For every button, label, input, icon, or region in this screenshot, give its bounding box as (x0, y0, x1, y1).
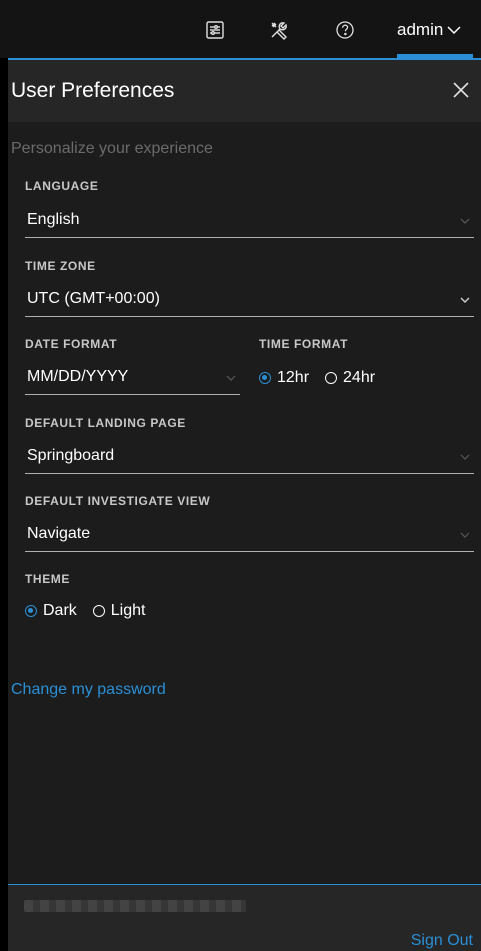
date-format-select[interactable]: MM/DD/YYYY (25, 365, 240, 395)
user-menu[interactable]: admin (397, 16, 462, 44)
radio-label: 24hr (343, 369, 376, 386)
settings-panel-icon[interactable] (201, 16, 229, 44)
landing-page-label: DEFAULT LANDING PAGE (25, 416, 186, 430)
theme-light-radio[interactable]: Light (92, 602, 146, 620)
theme-dark-radio[interactable]: Dark (25, 602, 77, 620)
landing-page-select[interactable]: Springboard (25, 444, 474, 474)
date-format-label: DATE FORMAT (25, 337, 118, 351)
language-label: LANGUAGE (25, 179, 99, 193)
time-format-24hr-radio[interactable]: 24hr (325, 369, 375, 387)
redacted-user-info (24, 900, 246, 912)
date-format-value: MM/DD/YYYY (27, 368, 129, 385)
close-icon (453, 82, 469, 98)
sign-out-link[interactable]: Sign Out (411, 932, 473, 950)
chevron-down-icon (460, 297, 470, 303)
time-format-radio-group: 12hr 24hr (259, 369, 383, 387)
panel-subtitle: Personalize your experience (11, 140, 213, 157)
theme-label: THEME (25, 572, 70, 586)
chevron-down-icon (447, 26, 461, 35)
time-zone-select[interactable]: UTC (GMT+00:00) (25, 287, 474, 317)
radio-label: Dark (43, 602, 77, 619)
change-password-link[interactable]: Change my password (11, 681, 166, 699)
radio-selected-icon (259, 372, 271, 384)
time-zone-label: TIME ZONE (25, 259, 96, 273)
landing-page-value: Springboard (27, 447, 115, 464)
radio-label: 12hr (277, 369, 310, 386)
user-preferences-panel: User Preferences Personalize your experi… (8, 60, 481, 951)
user-menu-label: admin (397, 20, 444, 39)
time-zone-value: UTC (GMT+00:00) (27, 290, 160, 307)
chevron-down-icon (460, 532, 470, 538)
investigate-view-select[interactable]: Navigate (25, 522, 474, 552)
close-button[interactable] (447, 76, 475, 104)
panel-header: User Preferences (8, 60, 481, 122)
panel-footer: Sign Out (8, 885, 481, 951)
language-value: English (27, 211, 80, 228)
theme-radio-group: Dark Light (25, 602, 153, 620)
time-format-12hr-radio[interactable]: 12hr (259, 369, 309, 387)
investigate-view-label: DEFAULT INVESTIGATE VIEW (25, 494, 211, 508)
radio-label: Light (110, 602, 146, 619)
language-select[interactable]: English (25, 208, 474, 238)
time-format-label: TIME FORMAT (259, 337, 349, 351)
radio-unselected-icon (92, 605, 105, 617)
top-nav-bar: admin (0, 0, 481, 58)
chevron-down-icon (460, 218, 470, 224)
chevron-down-icon (226, 375, 236, 381)
chevron-down-icon (460, 454, 470, 460)
tools-icon[interactable] (265, 16, 293, 44)
radio-unselected-icon (325, 372, 338, 384)
panel-title: User Preferences (11, 79, 175, 102)
help-icon[interactable] (331, 16, 359, 44)
investigate-view-value: Navigate (27, 525, 91, 542)
radio-selected-icon (25, 605, 37, 617)
